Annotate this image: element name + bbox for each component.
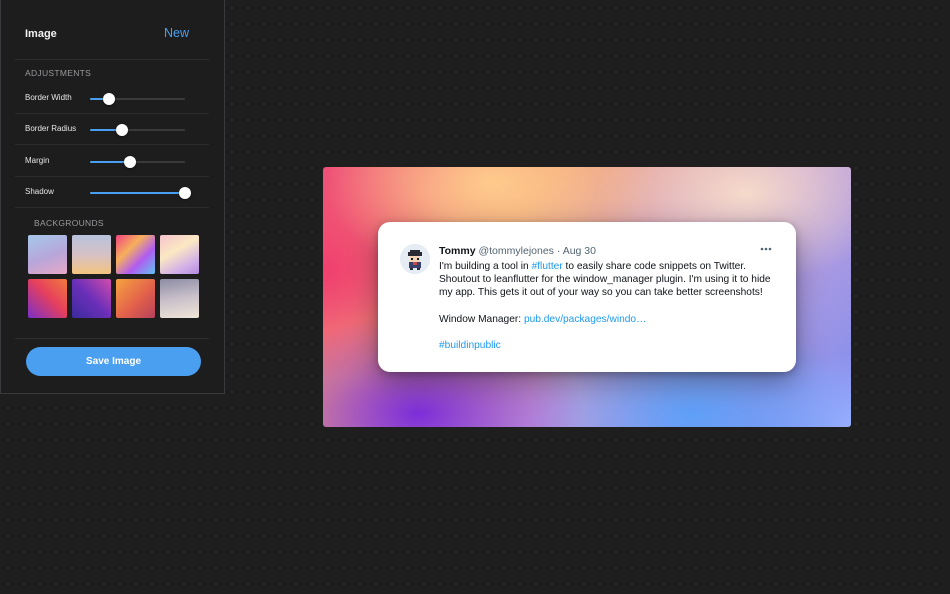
slider-thumb[interactable]: [116, 124, 129, 136]
buildinpublic-hashtag-link[interactable]: #buildinpublic: [439, 340, 501, 351]
more-options-icon[interactable]: [760, 247, 772, 251]
slider-fill: [90, 192, 185, 194]
background-swatch-5[interactable]: [28, 279, 67, 318]
tweet-header: Tommy @tommylejones · Aug 30: [439, 245, 596, 257]
tweet-text: I'm building a tool in #flutter to easil…: [439, 260, 779, 300]
tweet-text-part: I'm building a tool in: [439, 261, 532, 272]
background-swatch-7[interactable]: [116, 279, 155, 318]
tweet-body: I'm building a tool in #flutter to easil…: [439, 260, 779, 352]
divider: [15, 59, 209, 60]
adjustments-label: ADJUSTMENTS: [25, 68, 92, 78]
tweet-date: Aug 30: [562, 245, 596, 257]
slider-border-radius: Border Radius: [1, 114, 224, 145]
slider-thumb[interactable]: [123, 156, 136, 168]
background-swatch-3[interactable]: [116, 235, 155, 274]
border-width-slider[interactable]: [90, 93, 185, 105]
backgrounds-label: BACKGROUNDS: [34, 218, 104, 228]
shadow-slider[interactable]: [90, 187, 191, 199]
panel-header: Image New: [1, 0, 224, 60]
background-swatch-8[interactable]: [160, 279, 199, 318]
slider-shadow: Shadow: [1, 177, 224, 208]
slider-label: Margin: [25, 156, 50, 165]
avatar: [400, 244, 430, 274]
slider-border-width: Border Width: [1, 83, 224, 114]
tweet-separator: ·: [556, 245, 561, 257]
panel-title: Image: [25, 28, 57, 40]
slider-thumb[interactable]: [179, 187, 191, 199]
new-button[interactable]: New: [164, 26, 189, 40]
background-swatch-2[interactable]: [72, 235, 111, 274]
slider-margin: Margin: [1, 146, 224, 177]
slider-thumb[interactable]: [103, 93, 115, 105]
backgrounds-grid: [28, 235, 200, 319]
background-swatch-6[interactable]: [72, 279, 111, 318]
margin-slider[interactable]: [90, 156, 185, 168]
border-radius-slider[interactable]: [90, 124, 185, 136]
background-swatch-1[interactable]: [28, 235, 67, 274]
divider: [15, 338, 209, 339]
tweet-author-name: Tommy: [439, 245, 476, 257]
slider-label: Border Radius: [25, 124, 77, 133]
window-manager-link[interactable]: pub.dev/packages/windo…: [524, 314, 646, 325]
window-manager-label: Window Manager:: [439, 313, 524, 325]
slider-label: Shadow: [25, 187, 54, 196]
divider: [15, 207, 209, 208]
flutter-hashtag-link[interactable]: #flutter: [532, 261, 563, 272]
editor-panel: Image New ADJUSTMENTS Border Width Borde…: [0, 0, 225, 394]
save-image-button[interactable]: Save Image: [26, 347, 201, 376]
avatar-pixel-character-icon: [400, 244, 430, 274]
preview-canvas: Tommy @tommylejones · Aug 30 I'm buildin…: [323, 167, 851, 427]
divider: [15, 144, 209, 145]
window-manager-line: Window Manager: pub.dev/packages/windo…: [439, 313, 779, 326]
tweet-handle: @tommylejones: [478, 245, 554, 257]
slider-label: Border Width: [25, 93, 72, 102]
background-swatch-4[interactable]: [160, 235, 199, 274]
tweet-card: Tommy @tommylejones · Aug 30 I'm buildin…: [378, 222, 796, 372]
